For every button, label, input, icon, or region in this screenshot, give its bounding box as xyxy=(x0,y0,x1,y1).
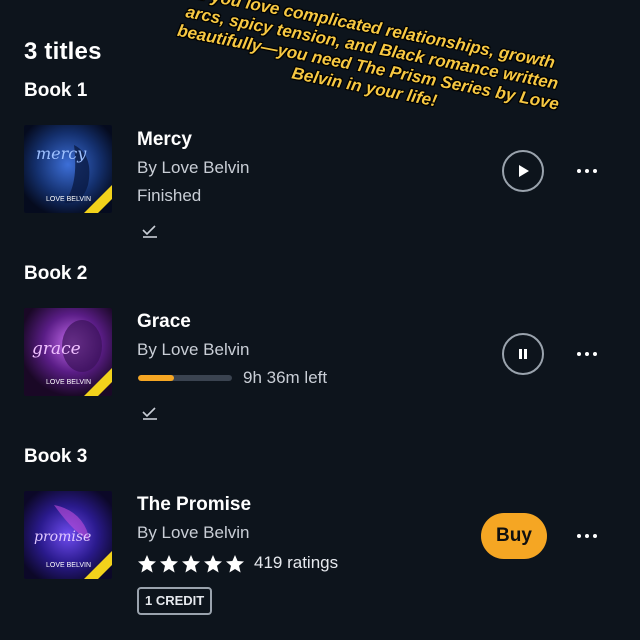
book-author: By Love Belvin xyxy=(137,523,250,542)
listening-progress-bar xyxy=(138,375,232,381)
cover-title-text: mercy xyxy=(36,144,87,163)
cover-art: grace LOVE BELVIN xyxy=(24,308,112,396)
more-options-button[interactable] xyxy=(572,344,602,364)
promo-caption: If you love complicated relationships, g… xyxy=(175,0,561,114)
book-title[interactable]: Mercy xyxy=(137,129,192,151)
book-label: Book 1 xyxy=(24,80,88,101)
book-author: By Love Belvin xyxy=(137,158,250,177)
ratings-count: 419 ratings xyxy=(254,553,339,572)
play-icon xyxy=(519,165,529,177)
more-options-button[interactable] xyxy=(572,526,602,546)
book-author: By Love Belvin xyxy=(137,340,250,359)
book-cover[interactable]: promise LOVE BELVIN xyxy=(24,491,112,579)
book-cover[interactable]: grace LOVE BELVIN xyxy=(24,308,112,396)
star-icon xyxy=(160,555,178,573)
book-label: Book 2 xyxy=(24,263,88,284)
more-options-button[interactable] xyxy=(572,161,602,181)
star-icon xyxy=(182,555,200,573)
progress-fill xyxy=(138,375,174,381)
book-status: Finished xyxy=(137,186,202,205)
pause-button[interactable] xyxy=(502,333,544,375)
cover-author-text: LOVE BELVIN xyxy=(46,196,91,203)
page-title: 3 titles xyxy=(24,38,102,65)
download-check-icon xyxy=(142,407,157,420)
cover-art: promise LOVE BELVIN xyxy=(24,491,112,579)
credit-badge: 1 CREDIT xyxy=(137,587,213,615)
star-icon xyxy=(138,555,156,573)
cover-title-text: promise xyxy=(34,529,91,545)
book-title[interactable]: Grace xyxy=(137,311,191,333)
download-check-icon xyxy=(142,225,157,238)
book-title[interactable]: The Promise xyxy=(137,494,251,516)
book-label: Book 3 xyxy=(24,446,88,467)
star-icon xyxy=(226,555,244,573)
cover-author-text: LOVE BELVIN xyxy=(46,562,91,569)
cover-art: mercy LOVE BELVIN xyxy=(24,125,112,213)
star-icon xyxy=(204,555,222,573)
cover-author-text: LOVE BELVIN xyxy=(46,379,91,386)
star-rating xyxy=(137,554,247,574)
time-left: 9h 36m left xyxy=(243,368,328,387)
play-button[interactable] xyxy=(502,150,544,192)
book-cover[interactable]: mercy LOVE BELVIN xyxy=(24,125,112,213)
buy-button[interactable]: Buy xyxy=(481,513,547,559)
pause-icon xyxy=(519,349,527,359)
cover-title-text: grace xyxy=(32,339,81,359)
